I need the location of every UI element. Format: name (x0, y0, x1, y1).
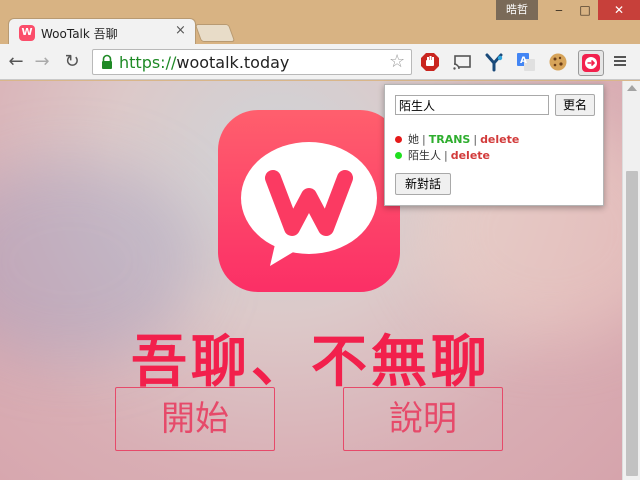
svg-text:A: A (520, 56, 527, 66)
lock-icon (102, 54, 112, 69)
reload-icon[interactable]: ↻ (60, 50, 84, 74)
start-button[interactable]: 開始 (115, 387, 275, 451)
wootalk-logo-icon (218, 110, 400, 292)
nickname-input[interactable] (395, 95, 549, 115)
conversation-row: 陌生人 | delete (395, 147, 490, 163)
new-conversation-button[interactable]: 新對話 (395, 173, 451, 195)
stop-icon[interactable] (420, 52, 440, 72)
browser-toolbar: ← → ↻ https://wootalk.today ☆ A (0, 44, 640, 80)
page-scrollbar[interactable] (622, 81, 640, 480)
wootalk-extension-button[interactable] (578, 50, 604, 76)
status-dot-icon (395, 136, 402, 143)
address-bar[interactable]: https://wootalk.today ☆ (92, 49, 412, 75)
menu-icon[interactable] (612, 53, 628, 69)
wootalk-icon (582, 54, 600, 72)
url-text[interactable]: https://wootalk.today (119, 53, 289, 72)
tab-close-icon[interactable]: × (175, 23, 186, 38)
cast-icon[interactable] (452, 52, 472, 72)
new-tab-button[interactable] (194, 24, 236, 42)
page-slogan: 吾聊、不無聊 (131, 330, 491, 395)
trans-link[interactable]: TRANS (429, 133, 471, 146)
translate-icon[interactable]: A (516, 52, 536, 72)
y-icon[interactable] (484, 52, 504, 72)
delete-link[interactable]: delete (451, 149, 490, 162)
conversation-row: 她 | TRANS | delete (395, 131, 519, 147)
back-icon[interactable]: ← (4, 50, 28, 74)
browser-tab-active[interactable]: W WooTalk 吾聊 × (8, 18, 196, 46)
minimize-button[interactable]: ‒ (546, 0, 572, 20)
rename-button[interactable]: 更名 (555, 94, 595, 116)
scroll-up-icon[interactable] (627, 85, 637, 91)
close-window-button[interactable]: ✕ (598, 0, 640, 20)
help-button[interactable]: 說明 (343, 387, 503, 451)
maximize-button[interactable]: □ (572, 0, 598, 20)
cookie-icon[interactable] (548, 52, 568, 72)
profile-name[interactable]: 晧哲 (496, 0, 538, 20)
conversation-name: 她 (408, 133, 419, 146)
scrollbar-thumb[interactable] (626, 171, 638, 476)
status-dot-icon (395, 152, 402, 159)
wootalk-favicon-icon: W (19, 25, 35, 41)
delete-link[interactable]: delete (480, 133, 519, 146)
conversation-name: 陌生人 (408, 149, 441, 162)
tab-title: WooTalk 吾聊 (41, 27, 118, 41)
bookmark-star-icon[interactable]: ☆ (389, 51, 405, 72)
extension-popup: 更名 她|TRANS|delete 陌生人|delete 新對話 (384, 84, 604, 206)
forward-icon[interactable]: → (30, 50, 54, 74)
